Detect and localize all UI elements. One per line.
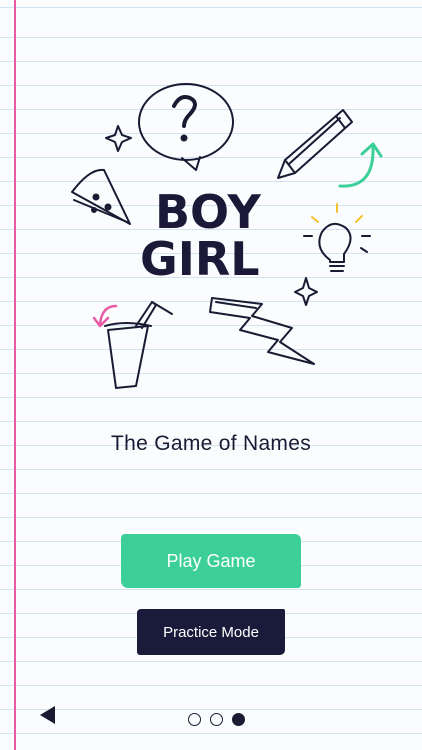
page-indicator bbox=[188, 713, 245, 726]
lightning-bolt-icon bbox=[209, 297, 315, 365]
page-dot-1[interactable] bbox=[188, 713, 201, 726]
page-dot-3[interactable] bbox=[232, 713, 245, 726]
back-arrow-icon[interactable] bbox=[40, 706, 55, 724]
logo-girl: GIRL bbox=[140, 232, 260, 286]
page-dot-2[interactable] bbox=[210, 713, 223, 726]
drink-cup-icon bbox=[104, 301, 173, 389]
game-title: The Game of Names bbox=[110, 432, 311, 455]
curved-arrow-icon-pink bbox=[92, 304, 118, 328]
practice-mode-button[interactable]: Practice Mode bbox=[137, 609, 285, 655]
play-game-button[interactable]: Play Game bbox=[122, 535, 300, 587]
logo-boy: BOY bbox=[155, 185, 262, 239]
boy-girl-logo: BOY GIRL bbox=[140, 185, 262, 286]
